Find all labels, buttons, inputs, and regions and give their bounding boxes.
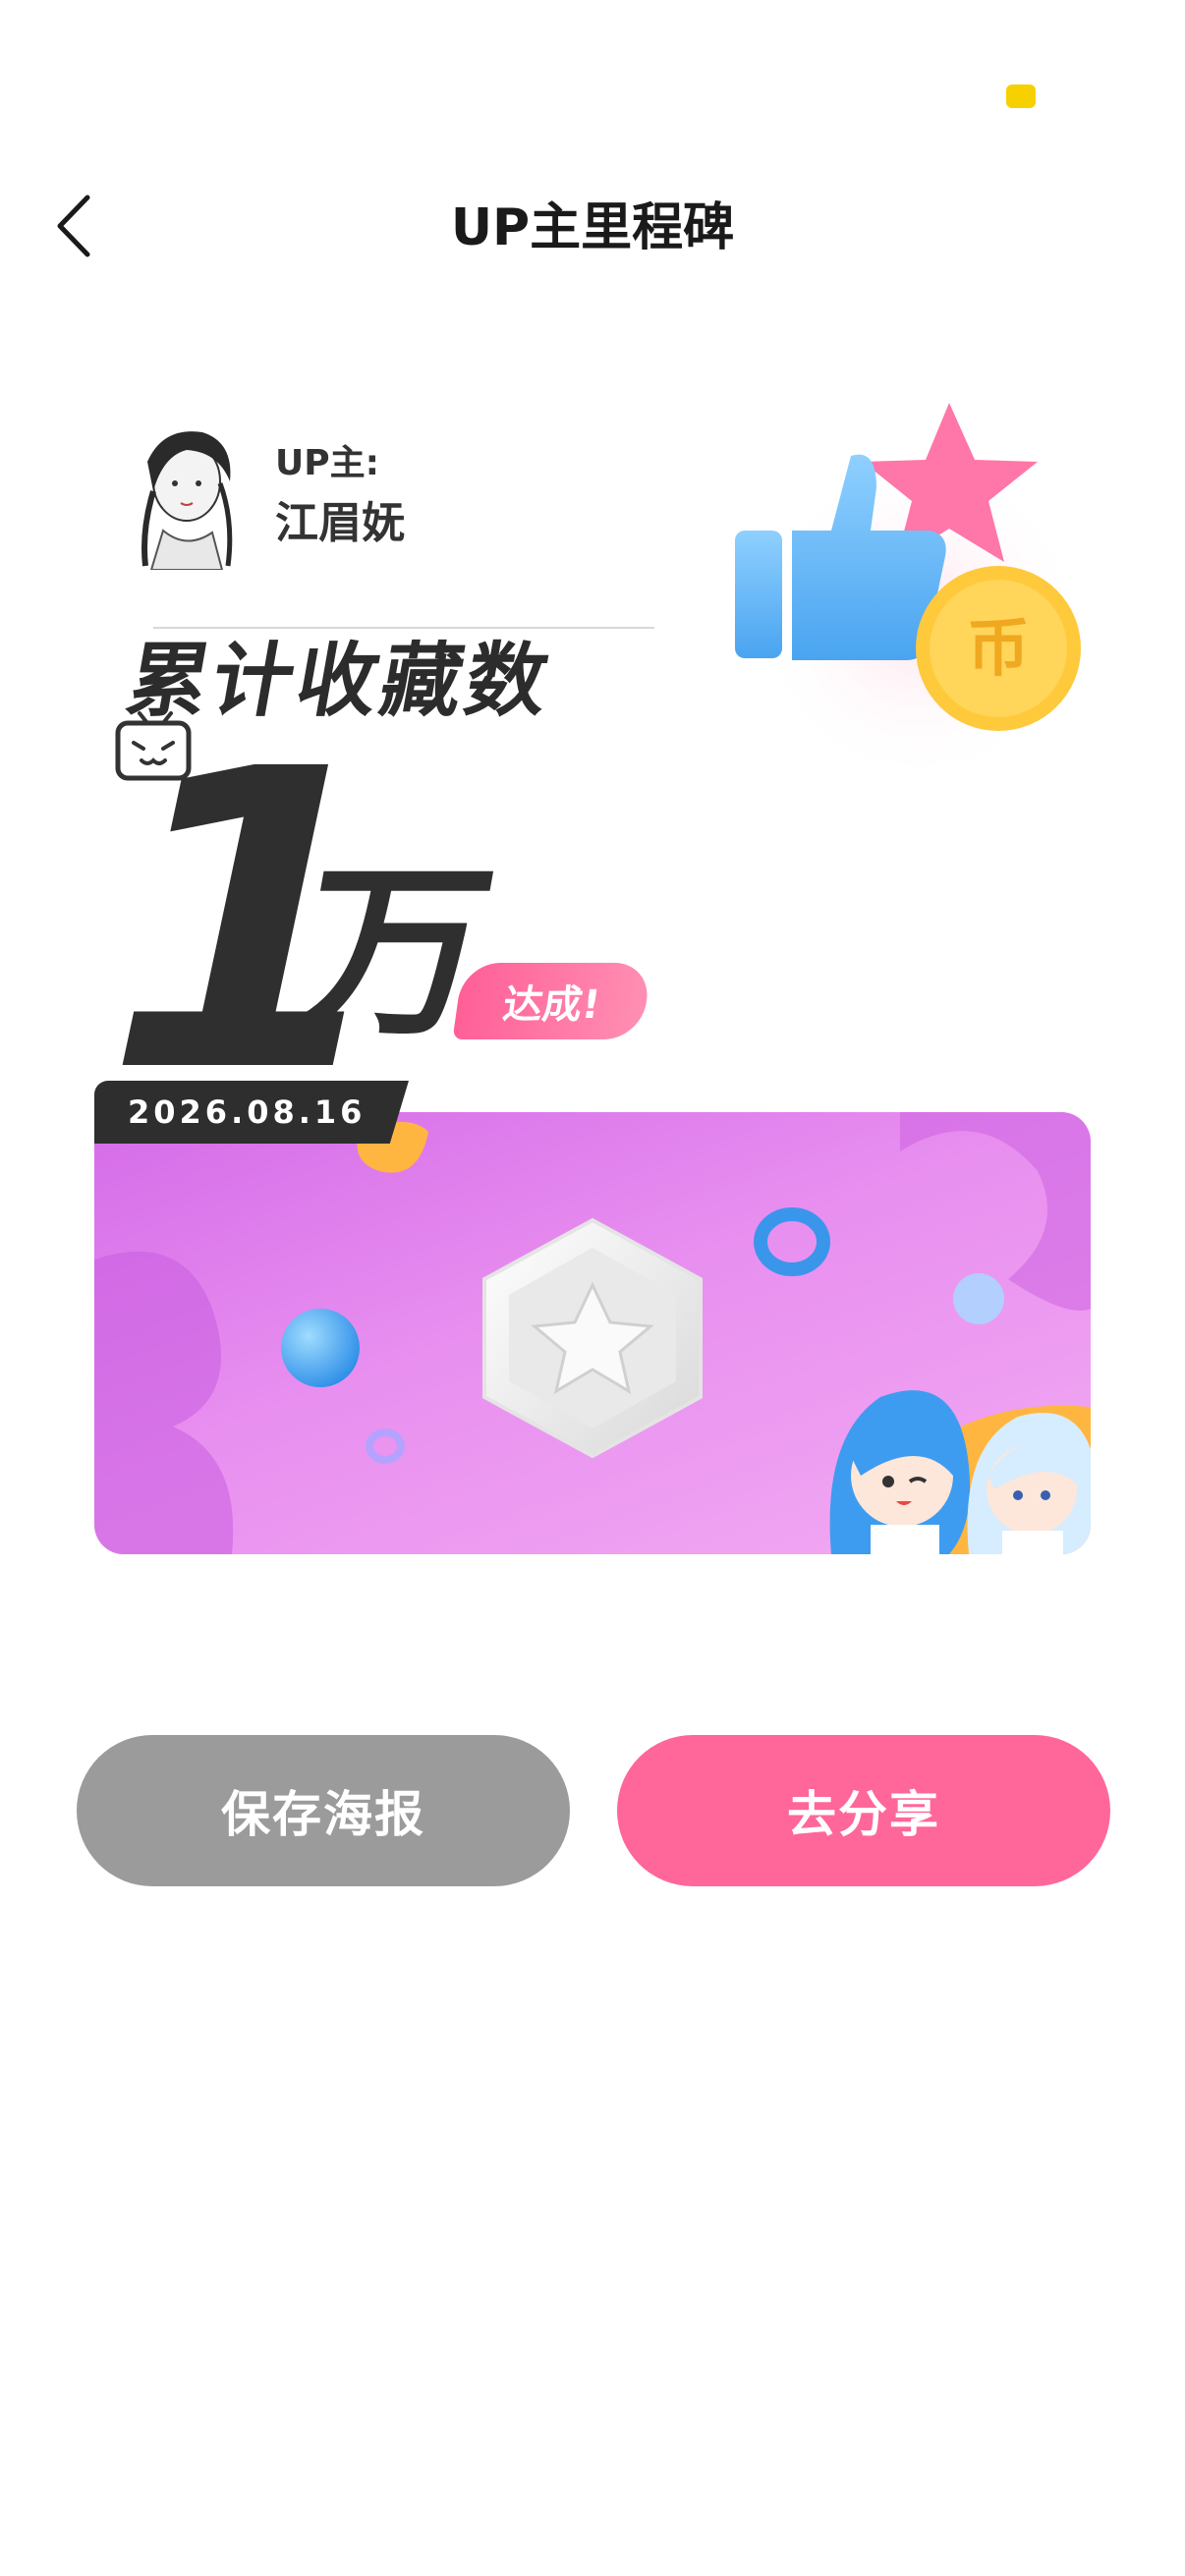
milestone-poster: UP主: 江眉妩 币 累计收藏数 1 万 达成! 2026.08.16 — [53, 393, 1091, 1572]
milestone-screen: UP主里程碑 UP主: 江眉妩 币 累计收藏数 1 万 达成! 2026.08.… — [0, 0, 1185, 2576]
up-label: UP主: — [275, 443, 380, 483]
up-avatar — [141, 431, 233, 570]
mascot-22 — [829, 1390, 971, 1554]
coin-icon: 币 — [916, 566, 1081, 731]
banner-illustration — [94, 1112, 1091, 1554]
milestone-banner — [94, 1112, 1091, 1554]
milestone-date: 2026.08.16 — [94, 1081, 409, 1144]
reward-decoration: 币 — [704, 393, 1116, 786]
up-name: 江眉妩 — [275, 498, 405, 548]
achieved-badge: 达成! — [452, 963, 652, 1039]
page-title: UP主里程碑 — [450, 198, 735, 257]
coin-label: 币 — [967, 613, 1030, 686]
save-poster-button[interactable]: 保存海报 — [77, 1735, 570, 1886]
status-indicator — [1006, 84, 1036, 108]
share-button[interactable]: 去分享 — [617, 1735, 1110, 1886]
